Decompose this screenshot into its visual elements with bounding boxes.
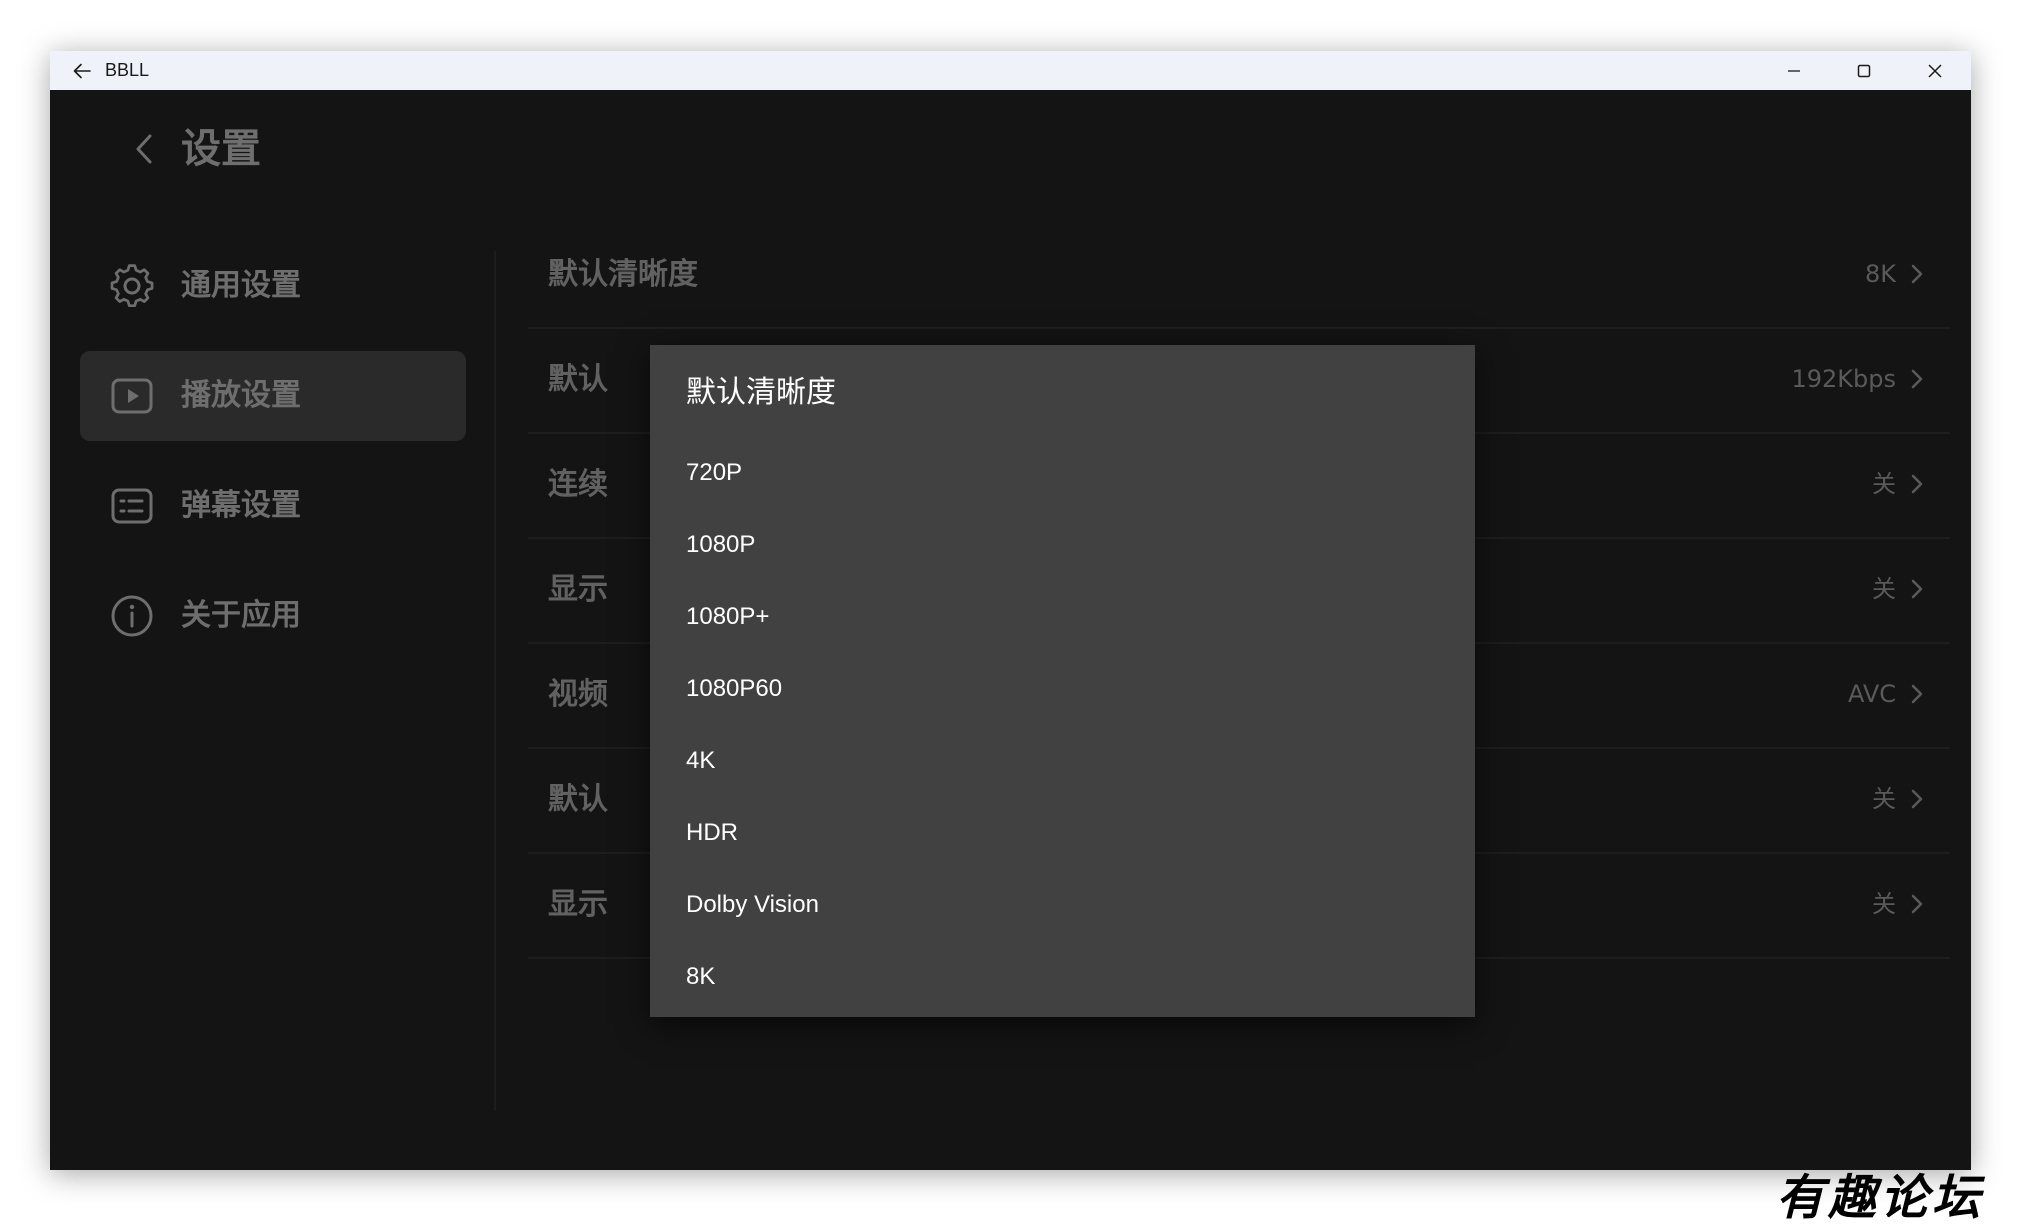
setting-label: 视频 xyxy=(548,677,608,712)
page-back-button[interactable] xyxy=(116,121,172,177)
resolution-dialog: 默认清晰度 720P 1080P 1080P+ 1080P60 4K HDR D… xyxy=(650,345,1475,1017)
danmaku-icon xyxy=(111,488,153,524)
close-icon xyxy=(1928,63,1942,78)
arrow-left-icon xyxy=(73,63,91,78)
setting-label: 默认清晰度 xyxy=(548,257,698,292)
sidebar-item-about[interactable]: 关于应用 xyxy=(80,571,466,661)
option-label: 8K xyxy=(686,963,716,990)
chevron-left-icon xyxy=(136,134,152,164)
chevron-right-icon xyxy=(1911,894,1923,914)
option-label: Dolby Vision xyxy=(686,891,819,918)
option-1080p-plus[interactable]: 1080P+ xyxy=(650,581,1475,653)
sidebar-item-danmaku[interactable]: 弹幕设置 xyxy=(80,461,466,551)
setting-label: 默认 xyxy=(548,362,608,397)
sidebar-item-general[interactable]: 通用设置 xyxy=(80,241,466,331)
maximize-icon xyxy=(1857,64,1871,77)
option-label: HDR xyxy=(686,819,738,846)
option-8k[interactable]: 8K xyxy=(650,941,1475,1013)
option-720p[interactable]: 720P xyxy=(650,437,1475,509)
maximize-button[interactable] xyxy=(1834,51,1894,90)
minimize-button[interactable] xyxy=(1764,51,1824,90)
option-label: 1080P xyxy=(686,531,756,558)
setting-row-default-resolution[interactable]: 默认清晰度 8K xyxy=(528,222,1950,329)
app-window: BBLL 设置 通用设置 播放设置 弹幕设置 关于应用 默认清晰度 8K 默认 … xyxy=(50,51,1971,1170)
option-dolby-vision[interactable]: Dolby Vision xyxy=(650,869,1475,941)
gear-icon xyxy=(110,264,154,308)
setting-value: 关 xyxy=(1872,785,1896,813)
chevron-right-icon xyxy=(1911,369,1923,389)
option-label: 1080P+ xyxy=(686,603,770,630)
sidebar-divider xyxy=(494,251,496,1111)
option-1080p60[interactable]: 1080P60 xyxy=(650,653,1475,725)
option-label: 1080P60 xyxy=(686,675,783,702)
watermark-text: 有趣论坛 xyxy=(1776,1170,1985,1226)
setting-value: 关 xyxy=(1872,575,1896,603)
chevron-right-icon xyxy=(1911,789,1923,809)
setting-value: AVC xyxy=(1847,680,1896,708)
sidebar-item-label: 播放设置 xyxy=(181,378,301,413)
option-1080p[interactable]: 1080P xyxy=(650,509,1475,581)
sidebar-item-label: 通用设置 xyxy=(181,268,301,303)
titlebar-back-button[interactable] xyxy=(64,51,100,90)
page-title: 设置 xyxy=(181,126,261,172)
setting-label: 显示 xyxy=(548,572,608,607)
sidebar-item-label: 关于应用 xyxy=(181,598,301,633)
info-icon xyxy=(111,595,153,637)
chevron-right-icon xyxy=(1911,264,1923,284)
setting-value: 关 xyxy=(1872,470,1896,498)
app-name: BBLL xyxy=(105,60,150,80)
setting-label: 连续 xyxy=(548,467,608,502)
option-4k[interactable]: 4K xyxy=(650,725,1475,797)
option-label: 4K xyxy=(686,747,716,774)
setting-label: 显示 xyxy=(548,887,608,922)
setting-value: 192Kbps xyxy=(1791,365,1896,393)
setting-value: 8K xyxy=(1864,260,1896,288)
setting-label: 默认 xyxy=(548,782,608,817)
close-button[interactable] xyxy=(1905,51,1965,90)
chevron-right-icon xyxy=(1911,579,1923,599)
dialog-title: 默认清晰度 xyxy=(686,375,836,410)
sidebar-item-label: 弹幕设置 xyxy=(181,488,301,523)
chevron-right-icon xyxy=(1911,474,1923,494)
setting-value: 关 xyxy=(1872,890,1896,918)
option-hdr[interactable]: HDR xyxy=(650,797,1475,869)
chevron-right-icon xyxy=(1911,684,1923,704)
play-icon xyxy=(111,378,153,414)
title-bar: BBLL xyxy=(50,51,1971,90)
minimize-icon xyxy=(1788,69,1800,72)
sidebar-item-playback[interactable]: 播放设置 xyxy=(80,351,466,441)
option-label: 720P xyxy=(686,459,743,486)
